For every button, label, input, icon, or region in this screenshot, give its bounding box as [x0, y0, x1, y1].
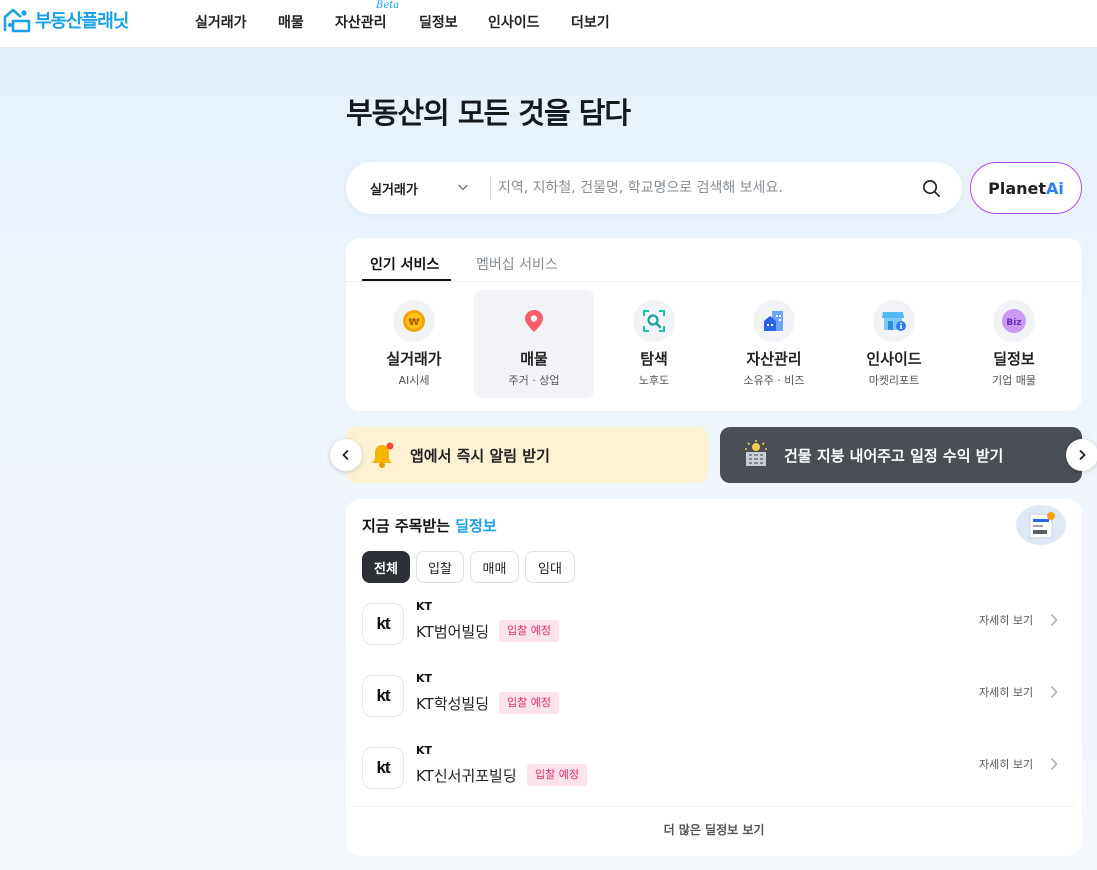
- service-sub: 노후도: [638, 374, 670, 387]
- deals-divider: [354, 806, 1074, 807]
- deal-detail-link[interactable]: 자세히 보기: [979, 756, 1033, 772]
- solar-building-icon: [745, 440, 767, 466]
- service-asset-management[interactable]: 자산관리 소유주 · 비즈: [714, 290, 834, 398]
- nav-listings[interactable]: 매물: [278, 12, 304, 32]
- svg-text:₩: ₩: [408, 317, 419, 328]
- chevron-right-icon[interactable]: [1049, 613, 1059, 627]
- deals-title-highlight: 딜정보: [455, 517, 497, 535]
- logo-text: 부동산플래닛: [35, 11, 129, 32]
- kt-logo: kt: [362, 603, 404, 645]
- search-divider: [490, 176, 491, 200]
- service-inside[interactable]: 인사이드 마켓리포트: [834, 290, 954, 398]
- deal-name: KT학성빌딩: [416, 695, 490, 713]
- service-label: 인사이드: [866, 350, 922, 368]
- beta-badge: Beta: [376, 0, 400, 11]
- filter-bid[interactable]: 입찰: [416, 551, 464, 583]
- deal-company: KT: [416, 744, 433, 757]
- kt-logo: kt: [362, 747, 404, 789]
- service-label: 탐색: [640, 350, 668, 368]
- map-pin-icon: [513, 300, 555, 342]
- banner-left-text: 앱에서 즉시 알림 받기: [410, 447, 550, 465]
- filter-lease[interactable]: 임대: [525, 551, 575, 583]
- logo[interactable]: 부동산플래닛: [3, 7, 129, 33]
- deals-card: 지금 주목받는 딜정보 전체 입찰 매매 임대 kt KT KT범어빌딩 입찰 …: [346, 499, 1082, 856]
- logo-house-icon: [3, 8, 31, 33]
- filter-sale[interactable]: 매매: [470, 551, 519, 583]
- nav-deals[interactable]: 딜정보: [419, 12, 458, 32]
- won-coin-icon: ₩: [393, 300, 435, 342]
- search-input[interactable]: [498, 176, 898, 200]
- nav-inside[interactable]: 인사이드: [488, 12, 540, 32]
- deals-thumbnail-icon: [1016, 505, 1066, 545]
- planet-ai-text: Planet: [988, 178, 1047, 198]
- deal-company: KT: [416, 672, 433, 685]
- services-card: 인기 서비스 멤버십 서비스 ₩ 실거래가 AI시세 매물 주거 · 상업 탐색…: [346, 238, 1082, 411]
- service-label: 자산관리: [746, 350, 802, 368]
- planet-ai-accent: Ai: [1046, 178, 1064, 198]
- nav-real-price[interactable]: 실거래가: [195, 12, 247, 32]
- service-label: 매물: [520, 350, 548, 368]
- kt-logo-text: kt: [376, 758, 390, 777]
- nav-asset-management[interactable]: 자산관리: [335, 12, 387, 32]
- service-real-price[interactable]: ₩ 실거래가 AI시세: [354, 290, 474, 398]
- service-explore[interactable]: 탐색 노후도: [594, 290, 714, 398]
- service-sub: 소유주 · 비즈: [743, 374, 805, 387]
- service-sub: 기업 매물: [992, 374, 1036, 387]
- service-sub: 주거 · 상업: [508, 374, 560, 387]
- chevron-down-icon[interactable]: [457, 181, 469, 193]
- filter-all[interactable]: 전체: [362, 551, 410, 583]
- kt-logo: kt: [362, 675, 404, 717]
- tab-membership-services[interactable]: 멤버십 서비스: [476, 254, 558, 274]
- chevron-right-icon[interactable]: [1049, 685, 1059, 699]
- top-header: 부동산플래닛 실거래가 매물 자산관리 Beta 딜정보 인사이드 더보기: [0, 0, 1097, 48]
- planet-ai-button[interactable]: Planet Ai: [970, 162, 1082, 214]
- more-deals-link[interactable]: 더 많은 딜정보 보기: [346, 821, 1082, 838]
- service-label: 실거래가: [386, 350, 442, 368]
- store-info-icon: [873, 300, 915, 342]
- scan-search-icon: [633, 300, 675, 342]
- building-icon: [753, 300, 795, 342]
- carousel-next-button[interactable]: [1066, 439, 1097, 471]
- search-icon[interactable]: [922, 179, 941, 198]
- bell-icon: [372, 442, 394, 468]
- deal-detail-link[interactable]: 자세히 보기: [979, 684, 1033, 700]
- status-badge: 입찰 예정: [499, 692, 559, 714]
- banner-app-alert[interactable]: 앱에서 즉시 알림 받기: [346, 427, 708, 483]
- deal-company: KT: [416, 600, 433, 613]
- deal-name: KT범어빌딩: [416, 623, 490, 641]
- chevron-right-icon: [1079, 449, 1086, 461]
- search-bar: 실거래가: [346, 162, 962, 214]
- nav-more[interactable]: 더보기: [571, 12, 610, 32]
- deal-name: KT신서귀포빌딩: [416, 767, 517, 785]
- carousel-prev-button[interactable]: [330, 439, 362, 471]
- deals-title-prefix: 지금 주목받는: [362, 517, 456, 535]
- banner-rooftop[interactable]: 건물 지붕 내어주고 일정 수익 받기: [720, 427, 1082, 483]
- banner-right-text: 건물 지붕 내어주고 일정 수익 받기: [784, 447, 1004, 465]
- service-sub: 마켓리포트: [868, 374, 920, 387]
- biz-icon: Biz: [993, 300, 1035, 342]
- service-listings[interactable]: 매물 주거 · 상업: [474, 290, 594, 398]
- search-type-select[interactable]: 실거래가: [370, 179, 418, 198]
- deal-detail-link[interactable]: 자세히 보기: [979, 612, 1033, 628]
- service-label: 딜정보: [993, 350, 1035, 368]
- services-tabs: 인기 서비스 멤버십 서비스: [346, 238, 1082, 282]
- service-deals[interactable]: Biz 딜정보 기업 매물: [954, 290, 1074, 398]
- chevron-right-icon[interactable]: [1049, 757, 1059, 771]
- kt-logo-text: kt: [376, 614, 390, 633]
- deal-row[interactable]: kt KT KT범어빌딩 입찰 예정 자세히 보기: [346, 596, 1082, 658]
- deal-row[interactable]: kt KT KT학성빌딩 입찰 예정 자세히 보기: [346, 668, 1082, 730]
- deals-title: 지금 주목받는 딜정보: [362, 515, 497, 536]
- kt-logo-text: kt: [376, 686, 390, 705]
- biz-icon-text: Biz: [1006, 318, 1021, 328]
- status-badge: 입찰 예정: [499, 620, 559, 642]
- chevron-left-icon: [342, 449, 349, 461]
- tab-popular-services[interactable]: 인기 서비스: [370, 254, 439, 274]
- status-badge: 입찰 예정: [527, 764, 587, 786]
- service-sub: AI시세: [398, 374, 430, 387]
- deal-row[interactable]: kt KT KT신서귀포빌딩 입찰 예정 자세히 보기: [346, 740, 1082, 802]
- hero-title: 부동산의 모든 것을 담다: [346, 96, 631, 130]
- tab-underline: [362, 279, 451, 281]
